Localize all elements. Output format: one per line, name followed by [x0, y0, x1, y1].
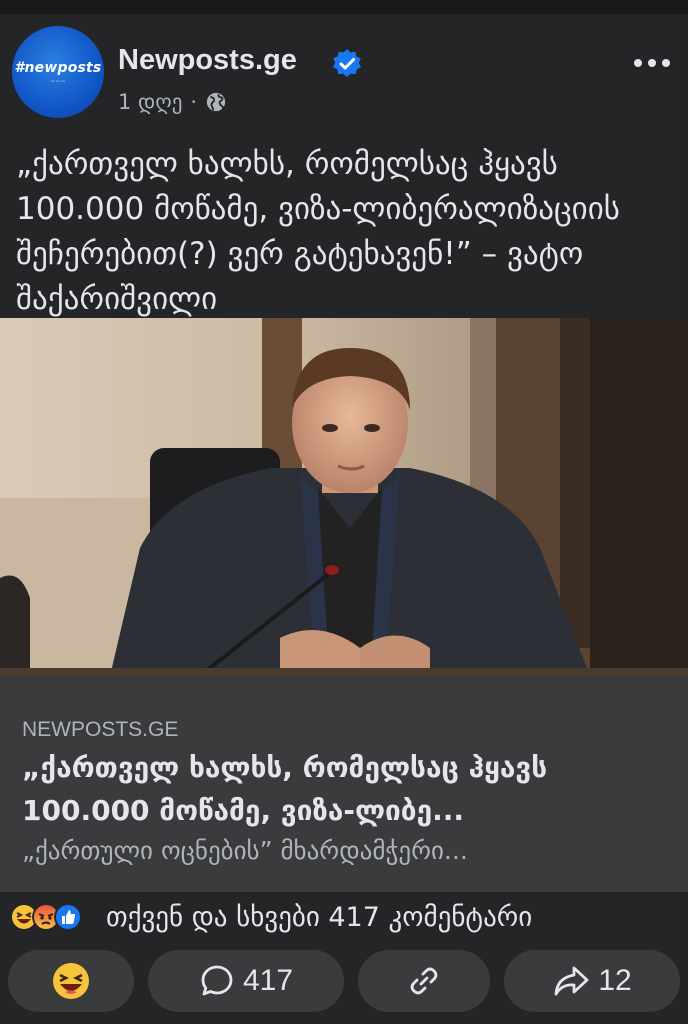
- reaction-icons: [10, 899, 104, 935]
- post-caption: „ქართველ ხალხს, რომელსაც ჰყავს 100.000 მ…: [16, 146, 620, 317]
- share-count: 12: [598, 964, 632, 997]
- page-name[interactable]: Newposts.ge: [118, 44, 297, 77]
- comment-count: 417: [242, 964, 294, 997]
- more-dots-icon: [634, 59, 670, 67]
- post-header: #newposts ~~~ Newposts.ge 1 დღე ·: [0, 14, 688, 124]
- reactions-row[interactable]: თქვენ და სხვები 417 კომენტარი: [0, 892, 688, 942]
- copy-link-button[interactable]: [358, 950, 490, 1012]
- react-button[interactable]: [8, 950, 134, 1012]
- link-description: „ქართული ოცნების” მხარდამჭერი...: [22, 836, 468, 865]
- avatar-logo-text: #newposts: [14, 59, 102, 76]
- action-bar: 417 12: [0, 950, 688, 1012]
- like-icon: [54, 903, 82, 931]
- globe-icon: [206, 92, 226, 112]
- photo-person-at-microphone: [0, 318, 688, 676]
- top-bar: [0, 0, 688, 14]
- more-options-button[interactable]: [630, 50, 674, 76]
- avatar-tagline-mark: ~~~: [50, 77, 66, 85]
- link-icon: [410, 967, 438, 995]
- verified-badge-icon: [333, 49, 361, 77]
- link-title[interactable]: „ქართველ ხალხს, რომელსაც ჰყავს 100.000 მ…: [22, 746, 672, 832]
- meta-separator: ·: [190, 90, 198, 114]
- comment-button[interactable]: 417: [148, 950, 344, 1012]
- comment-icon: [201, 965, 233, 996]
- link-preview-card[interactable]: NEWPOSTS.GE „ქართველ ხალხს, რომელსაც ჰყა…: [0, 676, 688, 892]
- post-meta: 1 დღე ·: [118, 90, 227, 114]
- reaction-summary[interactable]: თქვენ და სხვები 417 კომენტარი: [106, 902, 532, 933]
- post-card: #newposts ~~~ Newposts.ge 1 დღე · „ქართვ…: [0, 14, 688, 1024]
- page-avatar[interactable]: #newposts ~~~: [12, 26, 104, 118]
- share-icon: [554, 966, 589, 996]
- haha-react-icon: [53, 963, 89, 999]
- link-domain: NEWPOSTS.GE: [22, 718, 179, 741]
- share-button[interactable]: 12: [504, 950, 680, 1012]
- post-photo[interactable]: [0, 318, 688, 676]
- post-time[interactable]: 1 დღე: [118, 90, 182, 114]
